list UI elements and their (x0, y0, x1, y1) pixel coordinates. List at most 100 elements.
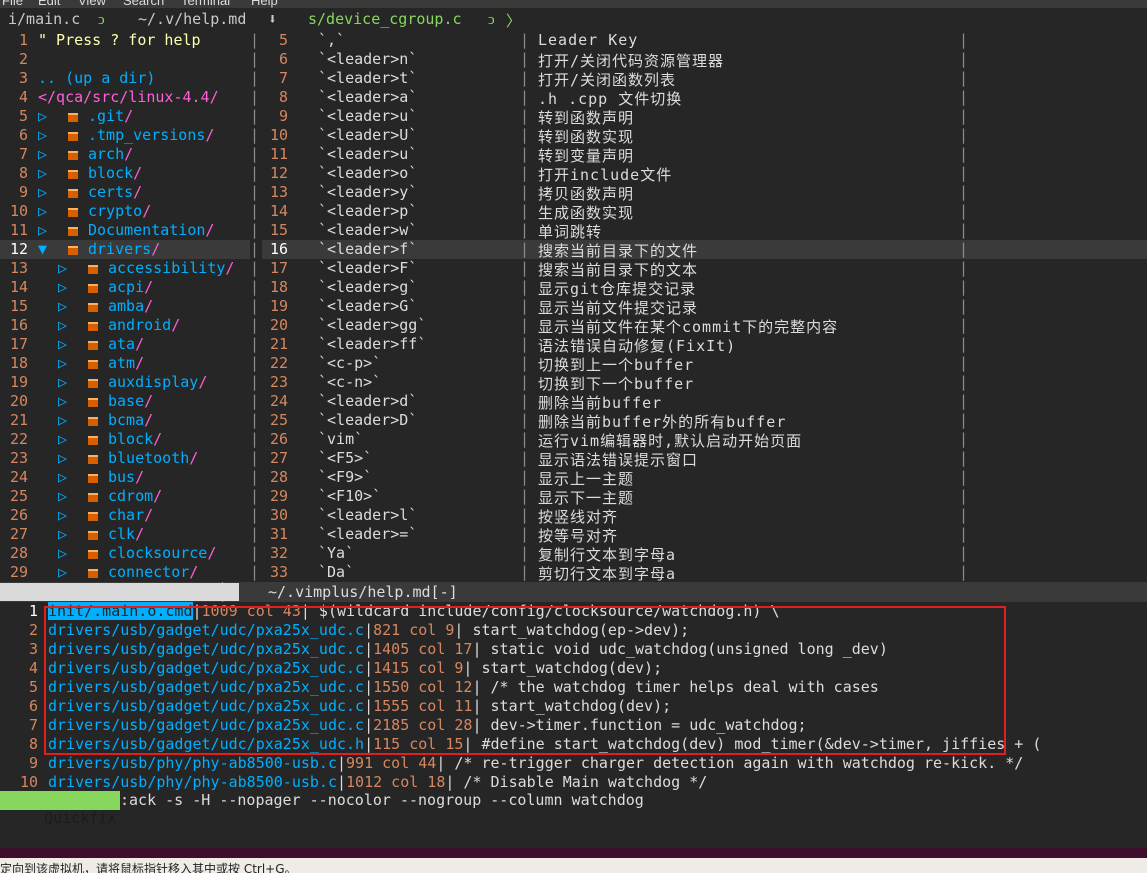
quickfix-row[interactable]: 1 init/.main.o.cmd|1009 col 43| $(wildcar… (0, 602, 1147, 621)
collapsed-arrow-icon[interactable]: ▷ (38, 164, 47, 182)
folder-item[interactable]: accessibility/ (108, 259, 234, 277)
folder-item[interactable]: ata/ (108, 335, 144, 353)
quickfix-file[interactable]: drivers/usb/gadget/udc/pxa25x_udc.c (48, 697, 364, 715)
quickfix-row[interactable]: 8 drivers/usb/gadget/udc/pxa25x_udc.h|115… (0, 735, 1147, 754)
tree-row[interactable]: 10 ▷ crypto/ (0, 202, 250, 221)
menu-search[interactable]: Search (123, 0, 164, 8)
tree-row[interactable]: 22 ▷ block/ (0, 430, 250, 449)
tree-row[interactable]: 2 (0, 50, 250, 69)
tree-row[interactable]: 20 ▷ base/ (0, 392, 250, 411)
tree-row[interactable]: 15 ▷ amba/ (0, 297, 250, 316)
tree-row[interactable]: 16 ▷ android/ (0, 316, 250, 335)
tree-row[interactable]: 19 ▷ auxdisplay/ (0, 373, 250, 392)
folder-item[interactable]: crypto/ (88, 202, 151, 220)
up-dir-link[interactable]: .. (up a dir) (38, 69, 155, 87)
collapsed-arrow-icon[interactable]: ▷ (58, 449, 67, 467)
quickfix-row[interactable]: 9 drivers/usb/phy/phy-ab8500-usb.c|991 co… (0, 754, 1147, 773)
folder-item[interactable]: acpi/ (108, 278, 153, 296)
menu-terminal[interactable]: Terminal (181, 0, 230, 8)
folder-item[interactable]: bluetooth/ (108, 449, 198, 467)
folder-item[interactable]: .git/ (88, 107, 133, 125)
collapsed-arrow-icon[interactable]: ▷ (58, 563, 67, 581)
tree-row[interactable]: 28 ▷ clocksource/ (0, 544, 250, 563)
collapsed-arrow-icon[interactable]: ▷ (38, 145, 47, 163)
collapsed-arrow-icon[interactable]: ▷ (58, 506, 67, 524)
quickfix-row[interactable]: 10 drivers/usb/phy/phy-ab8500-usb.c|1012 … (0, 773, 1147, 792)
quickfix-row[interactable]: 5 drivers/usb/gadget/udc/pxa25x_udc.c|155… (0, 678, 1147, 697)
collapsed-arrow-icon[interactable]: ▷ (38, 183, 47, 201)
quickfix-file[interactable]: drivers/usb/gadget/udc/pxa25x_udc.c (48, 640, 364, 658)
tree-row[interactable]: 14 ▷ acpi/ (0, 278, 250, 297)
quickfix-row[interactable]: 7 drivers/usb/gadget/udc/pxa25x_udc.c|218… (0, 716, 1147, 735)
collapsed-arrow-icon[interactable]: ▷ (58, 335, 67, 353)
tree-row[interactable]: 9 ▷ certs/ (0, 183, 250, 202)
tab-2[interactable]: s/device_cgroup.c (308, 10, 462, 28)
collapsed-arrow-icon[interactable]: ▷ (58, 373, 67, 391)
tree-row[interactable]: 25 ▷ cdrom/ (0, 487, 250, 506)
menu-edit[interactable]: Edit (38, 0, 60, 8)
tree-row[interactable]: 27 ▷ clk/ (0, 525, 250, 544)
folder-item[interactable]: .tmp_versions/ (88, 126, 214, 144)
quickfix-file[interactable]: drivers/usb/phy/phy-ab8500-usb.c (48, 773, 337, 791)
collapsed-arrow-icon[interactable]: ▷ (38, 221, 47, 239)
collapsed-arrow-icon[interactable]: ▷ (58, 259, 67, 277)
quickfix-row[interactable]: 2 drivers/usb/gadget/udc/pxa25x_udc.c|821… (0, 621, 1147, 640)
quickfix-file[interactable]: drivers/usb/gadget/udc/pxa25x_udc.c (48, 621, 364, 639)
menu-help[interactable]: Help (251, 0, 278, 8)
quickfix-file[interactable]: drivers/usb/gadget/udc/pxa25x_udc.h (48, 735, 364, 753)
collapsed-arrow-icon[interactable]: ▷ (58, 468, 67, 486)
quickfix-row[interactable]: 4 drivers/usb/gadget/udc/pxa25x_udc.c|141… (0, 659, 1147, 678)
folder-item[interactable]: clocksource/ (108, 544, 216, 562)
folder-item[interactable]: auxdisplay/ (108, 373, 207, 391)
tree-row[interactable]: 18 ▷ atm/ (0, 354, 250, 373)
tree-row[interactable]: 6 ▷ .tmp_versions/ (0, 126, 250, 145)
tree-row[interactable]: 8 ▷ block/ (0, 164, 250, 183)
collapsed-arrow-icon[interactable]: ▷ (58, 297, 67, 315)
folder-item[interactable]: cdrom/ (108, 487, 162, 505)
collapsed-arrow-icon[interactable]: ▷ (58, 278, 67, 296)
collapsed-arrow-icon[interactable]: ▷ (58, 430, 67, 448)
collapsed-arrow-icon[interactable]: ▷ (38, 126, 47, 144)
collapsed-arrow-icon[interactable]: ▷ (58, 487, 67, 505)
tree-row[interactable]: 1 " Press ? for help (0, 31, 250, 50)
quickfix-row[interactable]: 3 drivers/usb/gadget/udc/pxa25x_udc.c|140… (0, 640, 1147, 659)
collapsed-arrow-icon[interactable]: ▷ (58, 392, 67, 410)
folder-item[interactable]: Documentation/ (88, 221, 214, 239)
quickfix-file[interactable]: drivers/usb/phy/phy-ab8500-usb.c (48, 754, 337, 772)
tab-0[interactable]: i/main.c (8, 10, 80, 28)
menu-view[interactable]: View (78, 0, 106, 8)
tree-row[interactable]: 29 ▷ connector/ (0, 563, 250, 582)
folder-item[interactable]: arch/ (88, 145, 133, 163)
menu-file[interactable]: File (2, 0, 23, 8)
folder-item[interactable]: atm/ (108, 354, 144, 372)
tree-row[interactable]: 11 ▷ Documentation/ (0, 221, 250, 240)
folder-item[interactable]: bus/ (108, 468, 144, 486)
folder-item[interactable]: drivers/ (88, 240, 160, 258)
tree-row[interactable]: 3 .. (up a dir) (0, 69, 250, 88)
tree-row[interactable]: 21 ▷ bcma/ (0, 411, 250, 430)
folder-item[interactable]: bcma/ (108, 411, 153, 429)
tree-row[interactable]: 5 ▷ .git/ (0, 107, 250, 126)
quickfix-file[interactable]: drivers/usb/gadget/udc/pxa25x_udc.c (48, 659, 364, 677)
quickfix-file[interactable]: drivers/usb/gadget/udc/pxa25x_udc.c (48, 716, 364, 734)
collapsed-arrow-icon[interactable]: ▷ (58, 354, 67, 372)
expanded-arrow-icon[interactable]: ▼ (38, 240, 47, 258)
tree-row[interactable]: 13 ▷ accessibility/ (0, 259, 250, 278)
folder-item[interactable]: block/ (88, 164, 142, 182)
tree-row[interactable]: 24 ▷ bus/ (0, 468, 250, 487)
collapsed-arrow-icon[interactable]: ▷ (38, 107, 47, 125)
quickfix-file[interactable]: drivers/usb/gadget/udc/pxa25x_udc.c (48, 678, 364, 696)
folder-item[interactable]: char/ (108, 506, 153, 524)
tree-row[interactable]: 26 ▷ char/ (0, 506, 250, 525)
tab-1[interactable]: ~/.v/help.md (138, 10, 246, 28)
folder-item[interactable]: certs/ (88, 183, 142, 201)
collapsed-arrow-icon[interactable]: ▷ (38, 202, 47, 220)
quickfix-row[interactable]: 6 drivers/usb/gadget/udc/pxa25x_udc.c|155… (0, 697, 1147, 716)
collapsed-arrow-icon[interactable]: ▷ (58, 316, 67, 334)
tree-row[interactable]: 12 ▼ drivers/ (0, 240, 250, 259)
folder-item[interactable]: connector/ (108, 563, 198, 581)
folder-item[interactable]: android/ (108, 316, 180, 334)
quickfix-file[interactable]: init/.main.o.cmd (48, 602, 193, 620)
collapsed-arrow-icon[interactable]: ▷ (58, 544, 67, 562)
folder-item[interactable]: block/ (108, 430, 162, 448)
